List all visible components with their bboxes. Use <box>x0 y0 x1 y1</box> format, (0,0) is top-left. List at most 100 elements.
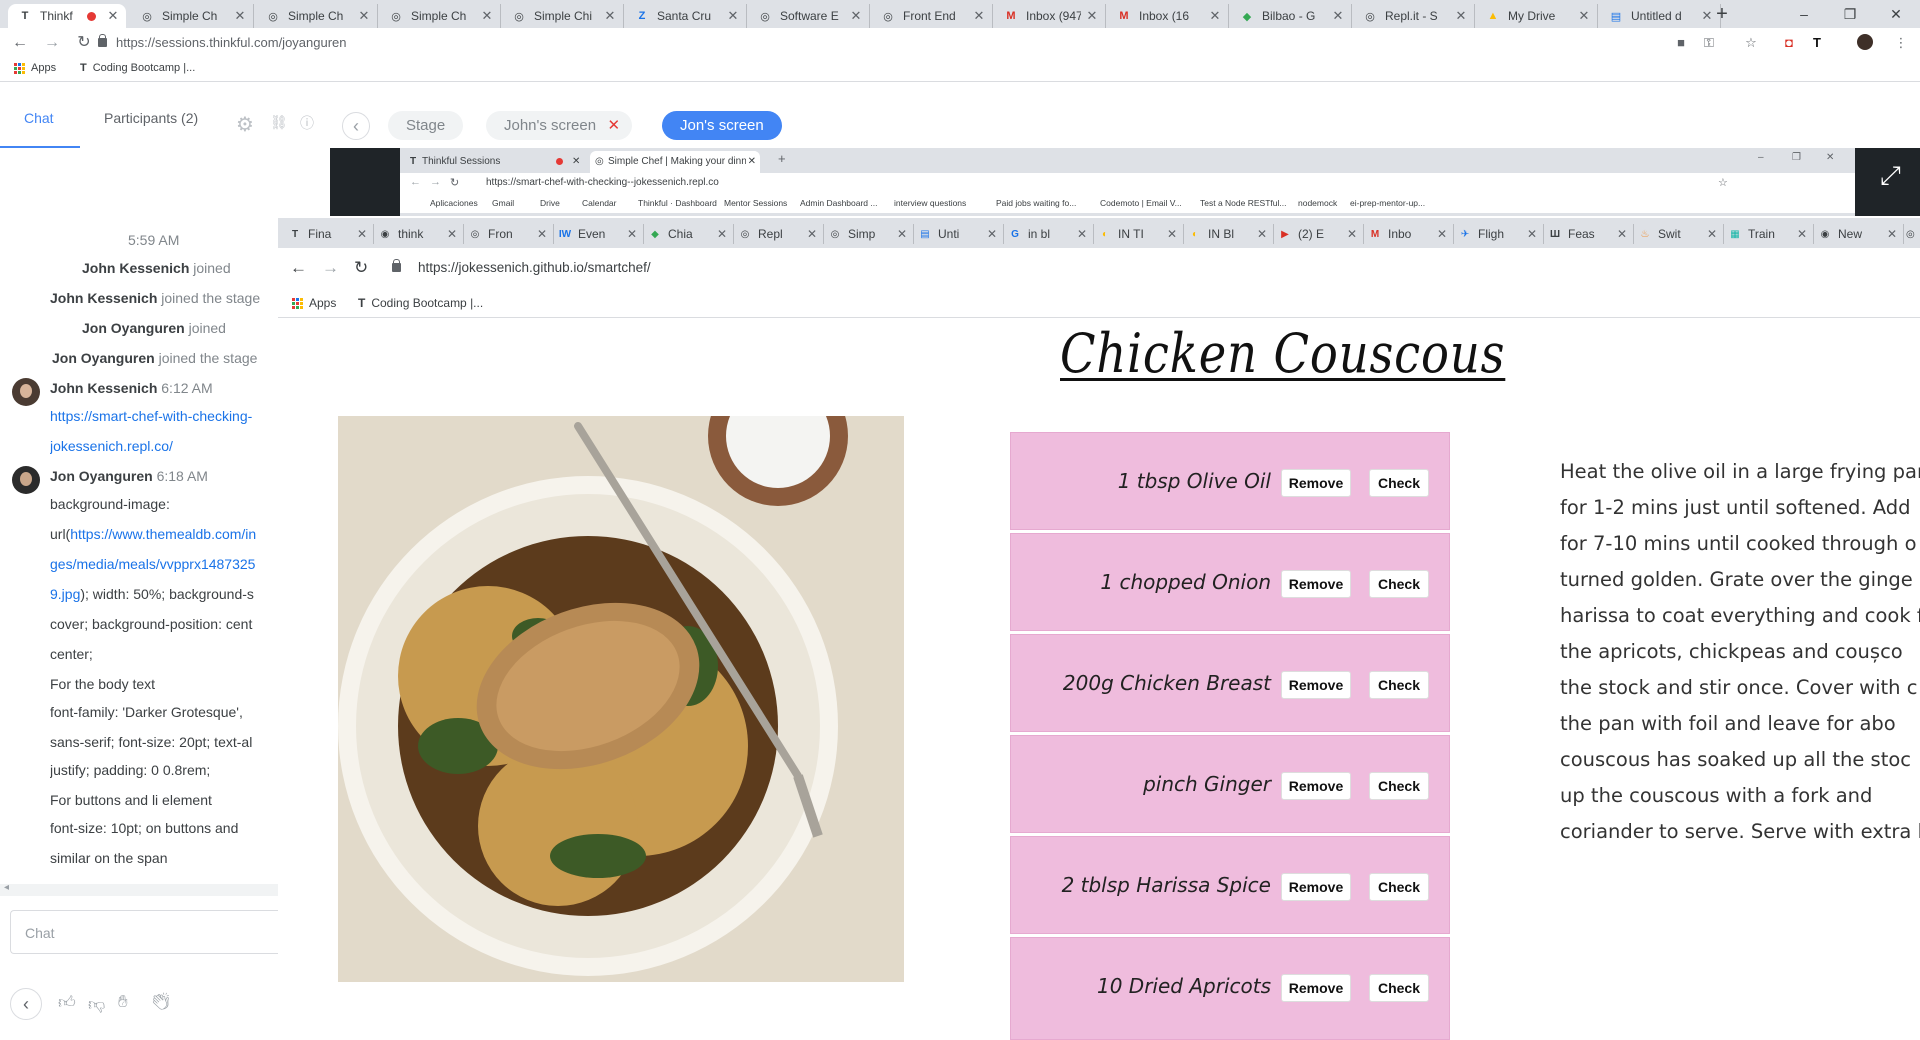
bookmark-coding-bootcamp[interactable]: T Coding Bootcamp |... <box>80 62 195 74</box>
message-link[interactable]: https://smart-chef-with-checking- <box>50 408 278 424</box>
message-link[interactable]: ges/media/meals/vvpprx1487325 <box>50 556 278 572</box>
tab-simple-chef-1[interactable]: ◎ Simple Ch ✕ <box>130 4 254 28</box>
profile-avatar[interactable] <box>1856 34 1874 52</box>
tab-inbox-1[interactable]: M Inbox (947 ✕ <box>994 4 1106 28</box>
inner-tab-thinkful[interactable]: T Thinkful Sessions ✕ <box>406 152 586 172</box>
close-tab-icon[interactable]: ✕ <box>106 8 120 24</box>
nested-tab[interactable]: T Fina ✕ <box>288 224 374 244</box>
close-tab-icon[interactable]: ✕ <box>972 8 986 24</box>
bookmark-coding-bootcamp[interactable]: T Coding Bootcamp |... <box>358 296 483 310</box>
nested-tab[interactable]: ◎ Fron ✕ <box>468 224 554 244</box>
chat-input[interactable]: Chat <box>10 910 278 954</box>
close-tab-icon[interactable]: ✕ <box>603 8 617 24</box>
tab-chat[interactable]: Chat <box>24 110 54 126</box>
thumbs-down-icon[interactable]: 👎︎ <box>88 994 105 1015</box>
nested-tab[interactable]: ◎ Simp ✕ <box>828 224 914 244</box>
remove-button[interactable]: Remove <box>1281 469 1351 497</box>
nested-tab[interactable]: ✈ Fligh ✕ <box>1458 224 1544 244</box>
nested-tab[interactable]: ▶ (2) E ✕ <box>1278 224 1364 244</box>
reload-icon[interactable]: ↻ <box>74 33 94 53</box>
pocket-icon[interactable]: ◘ <box>1780 34 1798 52</box>
gear-icon[interactable]: ⚙ <box>236 112 254 137</box>
tab-thinkful[interactable]: T Thinkf ✕ <box>8 4 126 28</box>
check-button[interactable]: Check <box>1369 469 1429 497</box>
tab-my-drive[interactable]: ▲ My Drive ✕ <box>1476 4 1598 28</box>
tab-simple-chef-4[interactable]: ◎ Simple Chi ✕ <box>502 4 624 28</box>
close-tab-icon[interactable]: ✕ <box>1454 8 1468 24</box>
close-tab-icon[interactable]: ✕ <box>357 8 371 24</box>
check-button[interactable]: Check <box>1369 671 1429 699</box>
back-arrow-icon[interactable]: ← <box>10 33 30 53</box>
check-button[interactable]: Check <box>1369 974 1429 1002</box>
remove-button[interactable]: Remove <box>1281 974 1351 1002</box>
jons-screen-pill[interactable]: Jon's screen <box>662 111 782 140</box>
globe-icon[interactable]: ◎ <box>1906 224 1920 244</box>
check-button[interactable]: Check <box>1369 873 1429 901</box>
nested-tab[interactable]: ▦ Train ✕ <box>1728 224 1814 244</box>
nested-tab[interactable]: ◐ IN Bl ✕ <box>1188 224 1274 244</box>
collapse-panel-button[interactable]: ‹ <box>342 112 370 140</box>
restore-button[interactable]: ❐ <box>1792 152 1801 163</box>
remove-button[interactable]: Remove <box>1281 671 1351 699</box>
close-window-button[interactable]: ✕ <box>1874 2 1918 26</box>
tab-simple-chef-2[interactable]: ◎ Simple Ch ✕ <box>256 4 378 28</box>
close-tab-icon[interactable]: ✕ <box>1577 8 1591 24</box>
star-icon[interactable]: ☆ <box>1742 34 1760 52</box>
inner-tab-simple-chef[interactable]: ◎ Simple Chef | Making your dinne ✕ <box>590 151 760 173</box>
bookmark-apps[interactable]: Apps <box>292 296 336 310</box>
reload-icon[interactable]: ↻ <box>354 258 368 278</box>
expand-icon[interactable]: ⤢ <box>1880 160 1901 192</box>
chrome-menu-icon[interactable]: ⋮ <box>1892 34 1910 52</box>
nested-tab[interactable]: ▤ Unti ✕ <box>918 224 1004 244</box>
close-tab-icon[interactable]: ✕ <box>1085 8 1099 24</box>
tab-inbox-2[interactable]: M Inbox (16 ✕ <box>1107 4 1229 28</box>
minimize-button[interactable]: – <box>1758 152 1764 163</box>
url-text[interactable]: https://jokessenich.github.io/smartchef/ <box>418 260 651 275</box>
message-link[interactable]: jokessenich.repl.co/ <box>50 438 278 454</box>
close-window-button[interactable]: ✕ <box>1826 152 1834 163</box>
nested-tab[interactable]: ◐ IN TI ✕ <box>1098 224 1184 244</box>
nested-tab[interactable]: Gin bl ✕ <box>1008 224 1094 244</box>
nested-tab[interactable]: ◉ think ✕ <box>378 224 464 244</box>
clap-icon[interactable]: 👏︎ <box>150 992 172 1012</box>
remove-button[interactable]: Remove <box>1281 772 1351 800</box>
close-icon[interactable]: ✕ <box>608 111 621 140</box>
close-tab-icon[interactable]: ✕ <box>233 8 247 24</box>
new-tab-button[interactable]: + <box>1700 2 1744 26</box>
raise-hand-icon[interactable]: ✋︎ <box>118 992 128 1012</box>
nested-tab[interactable]: ◆ Chia ✕ <box>648 224 734 244</box>
tab-santa-cruz[interactable]: Z Santa Cru ✕ <box>625 4 747 28</box>
tab-software-eng[interactable]: ◎ Software E ✕ <box>748 4 870 28</box>
horizontal-scrollbar[interactable]: ◂ <box>0 882 278 896</box>
nested-tab[interactable]: IW Even ✕ <box>558 224 644 244</box>
thinkful-extension-icon[interactable]: T <box>1808 34 1826 52</box>
minimize-button[interactable]: – <box>1782 2 1826 26</box>
close-tab-icon[interactable]: ✕ <box>1208 8 1222 24</box>
johns-screen-pill[interactable]: John's screen ✕ <box>486 111 633 140</box>
thumbs-up-icon[interactable]: 👍︎ <box>58 992 76 1013</box>
remove-button[interactable]: Remove <box>1281 570 1351 598</box>
stage-pill[interactable]: Stage <box>388 111 464 140</box>
close-tab-icon[interactable]: ✕ <box>1331 8 1345 24</box>
remove-button[interactable]: Remove <box>1281 873 1351 901</box>
help-icon[interactable]: ⓘ <box>300 113 314 133</box>
tab-replit[interactable]: ◎ Repl.it - S ✕ <box>1353 4 1475 28</box>
forward-arrow-icon[interactable]: → <box>322 258 339 278</box>
new-tab-button[interactable]: + <box>778 151 786 166</box>
address-bar[interactable]: https://sessions.thinkful.com/joyanguren <box>98 32 1358 54</box>
close-tab-icon[interactable]: ✕ <box>726 8 740 24</box>
check-button[interactable]: Check <box>1369 570 1429 598</box>
bookmark-apps[interactable]: Apps <box>14 62 56 74</box>
close-tab-icon[interactable]: ✕ <box>849 8 863 24</box>
tab-bilbao-maps[interactable]: ◆ Bilbao - G ✕ <box>1230 4 1352 28</box>
chevron-left-icon[interactable]: ‹ <box>10 988 42 1020</box>
key-icon[interactable]: ⚿ <box>1700 34 1718 52</box>
nested-tab[interactable]: ◎ Repl ✕ <box>738 224 824 244</box>
forward-arrow-icon[interactable]: → <box>42 33 62 53</box>
check-button[interactable]: Check <box>1369 772 1429 800</box>
camera-icon[interactable]: ■ <box>1672 34 1690 52</box>
back-arrow-icon[interactable]: ← <box>290 258 307 278</box>
tab-simple-chef-3[interactable]: ◎ Simple Ch ✕ <box>379 4 501 28</box>
nested-tab[interactable]: Ш Feas ✕ <box>1548 224 1634 244</box>
tab-participants[interactable]: Participants (2) <box>104 110 198 126</box>
